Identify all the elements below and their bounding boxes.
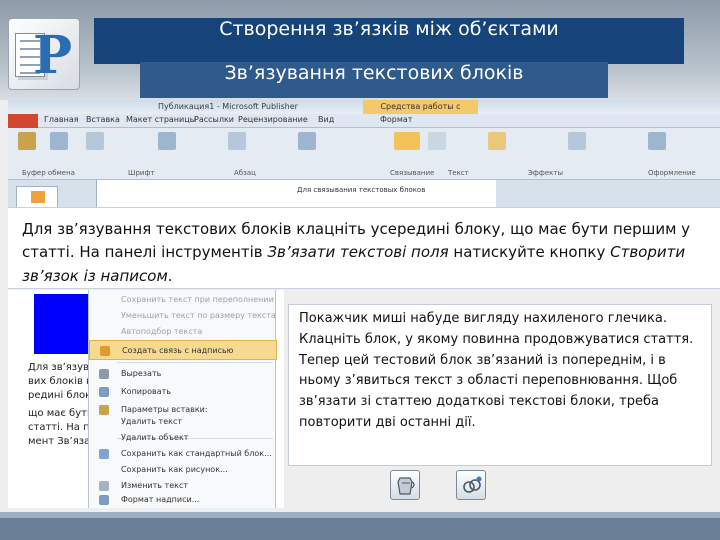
building-block-icon (99, 449, 109, 459)
bold-icon[interactable] (158, 132, 176, 150)
menu-item-label: Формат надписи... (121, 495, 200, 504)
menu-item-autofit[interactable]: Автоподбор текста (89, 322, 277, 342)
menu-item-label: Копировать (121, 387, 171, 396)
group-design: Оформление (648, 169, 696, 177)
tab-review[interactable]: Рецензирование (238, 115, 308, 124)
link-chain-button[interactable] (456, 470, 486, 500)
context-menu: Сохранить текст при переполнении Уменьши… (88, 290, 277, 508)
publisher-ribbon: Публикация1 - Microsoft Publisher Средст… (8, 100, 720, 208)
page-title: Створення зв’язків між об’єктами (219, 18, 559, 40)
menu-item-cut[interactable]: Вырезать (89, 364, 277, 384)
copy-icon (99, 387, 109, 397)
instruction-text: Для зв’язування текстових блоків клацніт… (22, 218, 702, 288)
ribbon-groups: Буфер обмена Шрифт Абзац Связывание Текс… (8, 168, 720, 180)
menu-item-create-link[interactable]: Создать связь с надписью (89, 340, 277, 360)
document-title: Публикация1 - Microsoft Publisher (158, 102, 298, 111)
instruction-part3: . (167, 266, 173, 285)
pitcher-icon (397, 477, 415, 495)
workspace-strip: Для связывания текстовых блоков (8, 180, 720, 208)
footer-band (0, 512, 720, 540)
link-icon (100, 346, 110, 356)
menu-item-label: Изменить текст (121, 481, 189, 490)
publisher-logo: P (8, 18, 80, 90)
toolbar-name: Зв’язати текстові поля (267, 243, 449, 262)
menu-item-format-textbox[interactable]: Формат надписи... (89, 492, 277, 508)
group-clipboard: Буфер обмена (22, 169, 75, 177)
page-thumbnail[interactable] (16, 186, 58, 208)
file-tab[interactable] (8, 114, 38, 128)
paragraph-icon[interactable] (228, 132, 246, 150)
edit-text-icon (99, 481, 109, 491)
paste-icon[interactable] (18, 132, 36, 150)
ribbon-body (8, 128, 720, 168)
tab-mailings[interactable]: Рассылки (194, 115, 234, 124)
instruction-part2: натискуйте кнопку (448, 243, 611, 262)
page-area: Для связывания текстовых блоков (96, 180, 496, 208)
publisher-p-icon: P (33, 25, 73, 86)
stylistic-icon[interactable] (568, 132, 586, 150)
typography-icon[interactable] (648, 132, 666, 150)
ribbon-tabs: Главная Вставка Макет страницы Рассылки … (8, 114, 720, 128)
menu-item-copy[interactable]: Копировать (89, 382, 277, 402)
create-link-button[interactable] (390, 470, 420, 500)
tab-page-layout[interactable]: Макет страницы (126, 115, 196, 124)
text-effects-icon[interactable] (488, 132, 506, 150)
tab-format[interactable]: Формат (380, 115, 412, 124)
group-font: Шрифт (128, 169, 155, 177)
group-text: Текст (448, 169, 469, 177)
group-paragraph: Абзац (234, 169, 256, 177)
create-link-icon[interactable] (394, 132, 420, 150)
menu-separator (117, 362, 273, 363)
format-icon (99, 495, 109, 505)
subtitle-box: Зв’язування текстових блоків (140, 62, 608, 98)
result-textbox: Покажчик миші набуде вигляду нахиленого … (288, 304, 712, 466)
menu-item-label: Сохранить как стандартный блок... (121, 449, 272, 458)
tab-insert[interactable]: Вставка (86, 115, 120, 124)
tab-view[interactable]: Вид (318, 115, 334, 124)
instruction-box: Для зв’язування текстових блоків клацніт… (8, 207, 720, 289)
font-icon[interactable] (86, 132, 104, 150)
result-text: Покажчик миші набуде вигляду нахиленого … (299, 311, 694, 430)
chain-link-icon (463, 476, 482, 493)
menu-item-label: Вырезать (121, 369, 162, 378)
break-link-icon[interactable] (428, 132, 446, 150)
menu-item-label: Создать связь с надписью (122, 346, 234, 355)
group-linking: Связывание (390, 169, 435, 177)
group-effects: Эффекты (528, 169, 563, 177)
page-text: Для связывания текстовых блоков (297, 186, 426, 194)
format-icon[interactable] (50, 132, 68, 150)
publisher-screenshot: Для зв’язування текстових вих блоків кла… (8, 290, 284, 508)
text-tools-tab[interactable]: Средства работы с надписями (363, 100, 478, 125)
tab-home[interactable]: Главная (44, 115, 79, 124)
align-icon[interactable] (298, 132, 316, 150)
doc-fragment: мент Зв’язат (28, 436, 97, 447)
page-subtitle: Зв’язування текстових блоків (224, 62, 524, 84)
title-box: Створення зв’язків між об’єктами (94, 18, 684, 64)
selected-text-block[interactable] (34, 294, 88, 354)
scissors-icon (99, 369, 109, 379)
